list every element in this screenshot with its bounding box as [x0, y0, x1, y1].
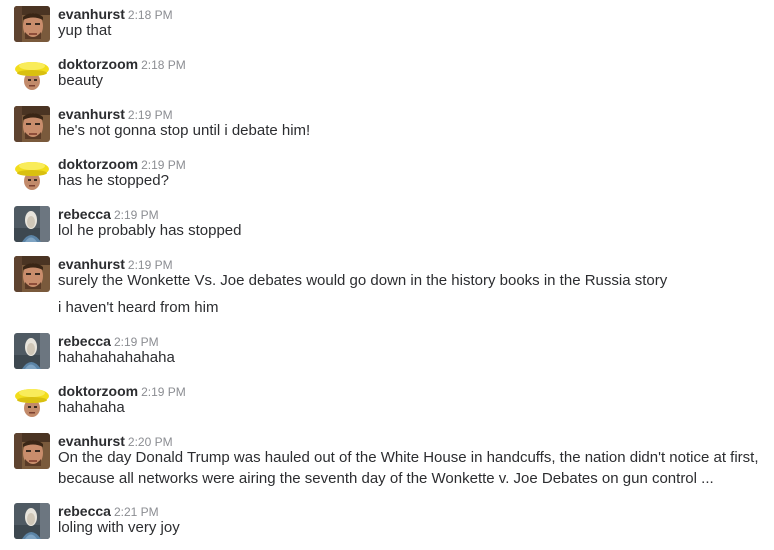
- message-text: hahahahahahaha: [58, 349, 175, 366]
- evanhurst-avatar[interactable]: [14, 106, 50, 142]
- evanhurst-avatar[interactable]: [14, 6, 50, 42]
- doktorzoom-avatar[interactable]: [14, 56, 50, 92]
- timestamp[interactable]: 2:18 PM: [128, 8, 173, 22]
- evanhurst-avatar[interactable]: [14, 256, 50, 292]
- message-text: surely the Wonkette Vs. Joe debates woul…: [58, 272, 668, 289]
- message-text: loling with very joy: [58, 519, 180, 536]
- message-text: i haven't heard from him: [58, 299, 219, 316]
- rebecca-avatar[interactable]: [14, 206, 50, 242]
- timestamp[interactable]: 2:19 PM: [141, 385, 186, 399]
- message-text: lol he probably has stopped: [58, 222, 242, 239]
- chat-message-list: evanhurst 2:18 PM yup that doktorzoom 2:18 …: [0, 0, 774, 550]
- doktorzoom-avatar[interactable]: [14, 383, 50, 419]
- message-text: On the day Donald Trump was hauled out o…: [58, 449, 759, 466]
- rebecca-avatar[interactable]: [14, 503, 50, 539]
- doktorzoom-avatar[interactable]: [14, 156, 50, 192]
- evanhurst-avatar[interactable]: [14, 433, 50, 469]
- rebecca-avatar[interactable]: [14, 333, 50, 369]
- message-text: hahahaha: [58, 399, 125, 416]
- timestamp[interactable]: 2:18 PM: [141, 58, 186, 72]
- message-text: beauty: [58, 72, 104, 89]
- message-text: yup that: [58, 22, 112, 39]
- message-text: he's not gonna stop until i debate him!: [58, 122, 311, 139]
- message-text: because all networks were airing the sev…: [58, 470, 714, 487]
- message-text: has he stopped?: [58, 172, 169, 189]
